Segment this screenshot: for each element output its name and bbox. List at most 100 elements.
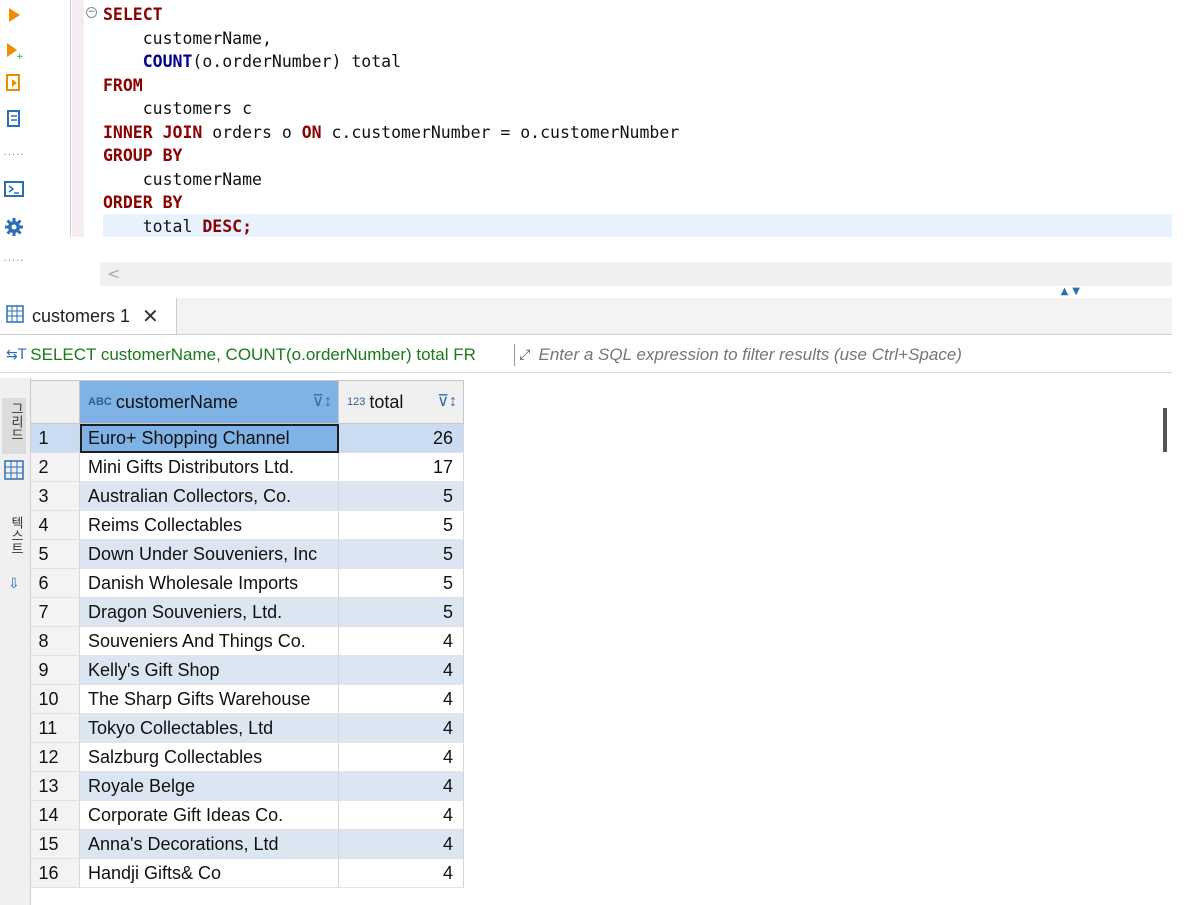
table-row[interactable]: 10 The Sharp Gifts Warehouse 4 bbox=[30, 684, 464, 714]
toolbar-separator: ..... bbox=[3, 147, 25, 158]
results-grid[interactable]: ABC customerName ⊽↕ 123 total ⊽↕ 1 Euro+ … bbox=[30, 380, 1172, 888]
filter-divider bbox=[514, 344, 516, 366]
customername-cell[interactable]: Dragon Souveniers, Ltd. bbox=[79, 597, 339, 627]
total-cell[interactable]: 5 bbox=[338, 597, 464, 627]
customername-cell[interactable]: Reims Collectables bbox=[79, 510, 339, 540]
customername-cell[interactable]: Tokyo Collectables, Ltd bbox=[79, 713, 339, 743]
column-header-total[interactable]: 123 total ⊽↕ bbox=[338, 380, 464, 424]
customername-cell[interactable]: Handji Gifts& Co bbox=[79, 858, 339, 888]
total-cell[interactable]: 4 bbox=[338, 713, 464, 743]
sql-text: customerName, bbox=[103, 28, 272, 48]
customername-cell[interactable]: The Sharp Gifts Warehouse bbox=[79, 684, 339, 714]
result-tabs: customers 1 ✕ bbox=[0, 298, 1172, 335]
code-line[interactable]: ORDER BY bbox=[103, 191, 182, 214]
table-row[interactable]: 6 Danish Wholesale Imports 5 bbox=[30, 568, 464, 598]
code-line[interactable]: total DESC; bbox=[103, 215, 252, 238]
customername-cell[interactable]: Australian Collectors, Co. bbox=[79, 481, 339, 511]
table-row[interactable]: 16 Handji Gifts& Co 4 bbox=[30, 858, 464, 888]
code-line[interactable]: COUNT(o.orderNumber) total bbox=[103, 50, 401, 73]
grid-view-tab[interactable]: 그리드 bbox=[6, 402, 25, 441]
customername-cell[interactable]: Anna's Decorations, Ltd bbox=[79, 829, 339, 859]
total-cell[interactable]: 5 bbox=[338, 539, 464, 569]
customername-cell[interactable]: Corporate Gift Ideas Co. bbox=[79, 800, 339, 830]
total-cell[interactable]: 5 bbox=[338, 481, 464, 511]
total-cell[interactable]: 4 bbox=[338, 655, 464, 685]
panel-toggle-arrows-icon[interactable]: ▲▼ bbox=[1061, 286, 1084, 297]
row-number-cell: 8 bbox=[30, 626, 80, 656]
total-cell[interactable]: 5 bbox=[338, 568, 464, 598]
grid-icon[interactable] bbox=[4, 460, 24, 484]
text-type-icon: ABC bbox=[88, 396, 112, 408]
row-number-cell: 4 bbox=[30, 510, 80, 540]
filter-expression-input[interactable] bbox=[538, 345, 1139, 365]
settings-icon[interactable] bbox=[3, 216, 25, 238]
code-line[interactable]: FROM bbox=[103, 74, 143, 97]
table-row[interactable]: 7 Dragon Souveniers, Ltd. 5 bbox=[30, 597, 464, 627]
customername-cell[interactable]: Kelly's Gift Shop bbox=[79, 655, 339, 685]
grid-rows: 1 Euro+ Shopping Channel 26 2 Mini Gifts Dis… bbox=[30, 423, 464, 888]
table-row[interactable]: 1 Euro+ Shopping Channel 26 bbox=[30, 423, 464, 453]
total-cell[interactable]: 4 bbox=[338, 771, 464, 801]
customername-cell[interactable]: Salzburg Collectables bbox=[79, 742, 339, 772]
table-row[interactable]: 12 Salzburg Collectables 4 bbox=[30, 742, 464, 772]
svg-text:+: + bbox=[16, 52, 23, 60]
code-line[interactable]: customerName bbox=[103, 168, 262, 191]
total-cell[interactable]: 4 bbox=[338, 742, 464, 772]
execute-script-icon[interactable] bbox=[3, 72, 25, 94]
sql-keyword: INNER JOIN bbox=[103, 122, 203, 142]
table-row[interactable]: 13 Royale Belge 4 bbox=[30, 771, 464, 801]
table-row[interactable]: 14 Corporate Gift Ideas Co. 4 bbox=[30, 800, 464, 830]
text-view-icon[interactable]: ⇩ bbox=[8, 576, 20, 592]
fold-collapse-icon[interactable]: − bbox=[86, 7, 97, 18]
total-cell[interactable]: 4 bbox=[338, 858, 464, 888]
expand-icon[interactable]: ⤢ bbox=[519, 347, 530, 363]
terminal-icon[interactable] bbox=[3, 178, 25, 200]
grid-vertical-scrollbar[interactable] bbox=[1163, 408, 1167, 452]
table-row[interactable]: 11 Tokyo Collectables, Ltd 4 bbox=[30, 713, 464, 743]
table-row[interactable]: 8 Souveniers And Things Co. 4 bbox=[30, 626, 464, 656]
tab-label: customers 1 bbox=[32, 305, 131, 326]
sql-keyword: ON bbox=[301, 122, 322, 142]
customername-cell[interactable]: Mini Gifts Distributors Ltd. bbox=[79, 452, 339, 482]
code-line[interactable]: GROUP BY bbox=[103, 144, 182, 167]
total-cell[interactable]: 26 bbox=[338, 423, 464, 453]
sql-text: c.customerNumber = o.customerNumber bbox=[321, 122, 680, 142]
text-view-tab[interactable]: 텍스트 bbox=[6, 516, 25, 555]
table-row[interactable]: 2 Mini Gifts Distributors Ltd. 17 bbox=[30, 452, 464, 482]
total-cell[interactable]: 5 bbox=[338, 510, 464, 540]
customername-cell[interactable]: Danish Wholesale Imports bbox=[79, 568, 339, 598]
filter-sort-icon[interactable]: ⊽↕ bbox=[312, 391, 332, 411]
table-row[interactable]: 5 Down Under Souveniers, Inc 5 bbox=[30, 539, 464, 569]
row-number-cell: 12 bbox=[30, 742, 80, 772]
table-grid-icon bbox=[6, 305, 24, 327]
code-line[interactable]: customerName, bbox=[103, 27, 272, 50]
customername-cell[interactable]: Euro+ Shopping Channel bbox=[79, 423, 339, 453]
table-row[interactable]: 9 Kelly's Gift Shop 4 bbox=[30, 655, 464, 685]
scroll-left-icon[interactable]: < bbox=[107, 264, 120, 283]
editor-horizontal-scrollbar[interactable]: < bbox=[100, 262, 1172, 286]
customername-cell[interactable]: Souveniers And Things Co. bbox=[79, 626, 339, 656]
total-cell[interactable]: 4 bbox=[338, 684, 464, 714]
explain-plan-icon[interactable] bbox=[3, 108, 25, 130]
customername-cell[interactable]: Down Under Souveniers, Inc bbox=[79, 539, 339, 569]
tab-customers-1[interactable]: customers 1 ✕ bbox=[0, 298, 177, 334]
total-cell[interactable]: 17 bbox=[338, 452, 464, 482]
column-header-customername[interactable]: ABC customerName ⊽↕ bbox=[79, 380, 339, 424]
total-cell[interactable]: 4 bbox=[338, 800, 464, 830]
customername-cell[interactable]: Royale Belge bbox=[79, 771, 339, 801]
close-icon[interactable]: ✕ bbox=[142, 304, 159, 328]
table-row[interactable]: 3 Australian Collectors, Co. 5 bbox=[30, 481, 464, 511]
total-cell[interactable]: 4 bbox=[338, 829, 464, 859]
code-line[interactable]: customers c bbox=[103, 97, 252, 120]
filter-sort-icon[interactable]: ⊽↕ bbox=[437, 391, 457, 411]
table-row[interactable]: 4 Reims Collectables 5 bbox=[30, 510, 464, 540]
sql-keyword: SELECT bbox=[103, 5, 163, 24]
code-line[interactable]: INNER JOIN orders o ON c.customerNumber … bbox=[103, 121, 679, 144]
sql-text: total bbox=[103, 216, 203, 236]
execute-statement-icon[interactable] bbox=[3, 4, 25, 26]
total-cell[interactable]: 4 bbox=[338, 626, 464, 656]
table-row[interactable]: 15 Anna's Decorations, Ltd 4 bbox=[30, 829, 464, 859]
execute-in-new-tab-icon[interactable]: + bbox=[3, 40, 25, 62]
code-line[interactable]: SELECT bbox=[103, 3, 163, 26]
sql-function: COUNT bbox=[142, 52, 193, 71]
